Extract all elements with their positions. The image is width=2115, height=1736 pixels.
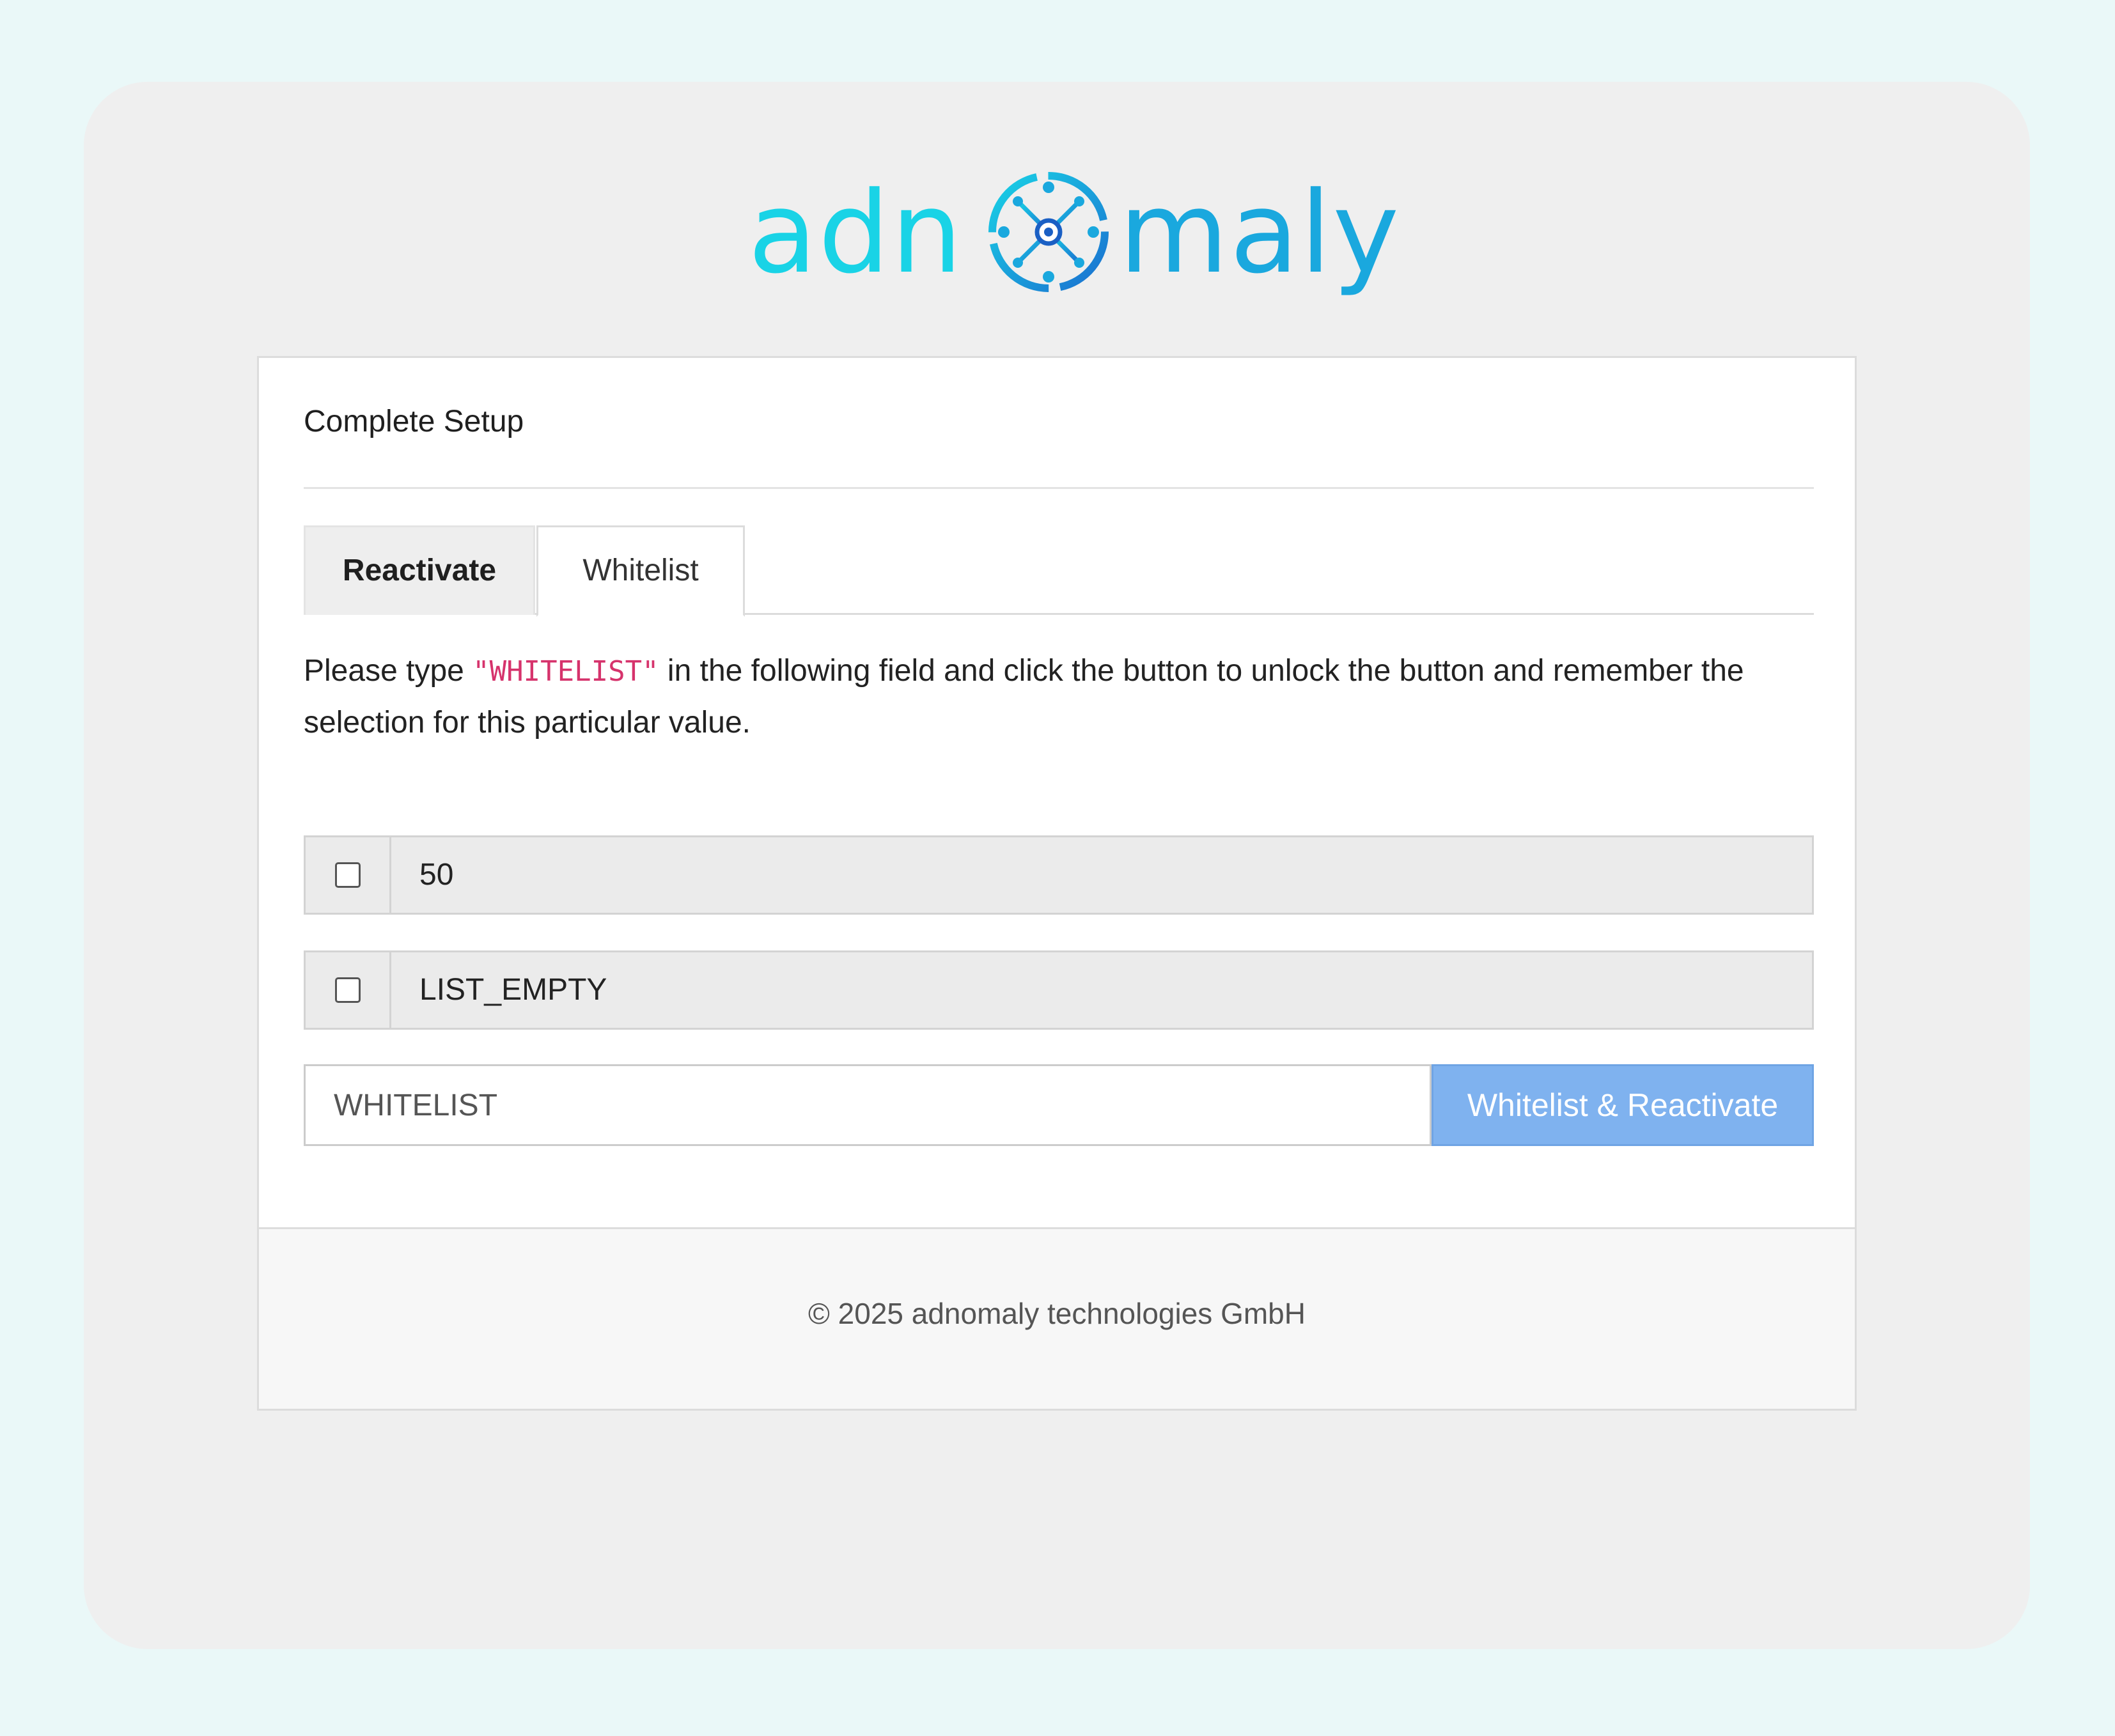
copyright-text: © 2025 adnomaly technologies GmbH — [808, 1297, 1306, 1330]
tab-reactivate[interactable]: Reactivate — [304, 525, 535, 615]
tab-bar: Reactivate Whitelist — [304, 525, 1814, 617]
option-label: LIST_EMPTY — [419, 973, 607, 1007]
option-checkbox-50[interactable] — [334, 862, 361, 888]
card-title: Complete Setup — [304, 405, 524, 438]
option-checkbox-cell — [306, 952, 391, 1028]
instructions-keyword: "WHITELIST" — [472, 655, 659, 688]
instructions-before: Please type — [304, 654, 473, 688]
card-footer: © 2025 adnomaly technologies GmbH — [259, 1227, 1855, 1409]
option-checkbox-list-empty[interactable] — [334, 977, 361, 1003]
option-label: 50 — [419, 858, 454, 892]
adnomaly-logo: adn maly — [748, 163, 1399, 304]
setup-card: Complete Setup Reactivate Whitelist Plea… — [257, 356, 1857, 1411]
page-background: adn maly Complete Setup Reactivate White… — [0, 0, 2115, 1736]
tab-whitelist[interactable]: Whitelist — [536, 525, 745, 617]
confirm-text-input[interactable] — [304, 1064, 1432, 1146]
instructions-text: Please type "WHITELIST" in the following… — [304, 646, 1814, 748]
logo-text-left: adn — [748, 167, 964, 298]
option-checkbox-cell — [306, 837, 391, 913]
option-row: LIST_EMPTY — [304, 950, 1814, 1030]
app-frame: adn maly Complete Setup Reactivate White… — [84, 82, 2030, 1649]
card-divider — [304, 487, 1814, 489]
logo-text-right: maly — [1119, 167, 1401, 298]
logo-network-icon — [988, 172, 1109, 292]
confirm-input-group: Whitelist & Reactivate — [304, 1064, 1814, 1146]
whitelist-reactivate-button[interactable]: Whitelist & Reactivate — [1432, 1064, 1814, 1146]
option-row: 50 — [304, 835, 1814, 915]
